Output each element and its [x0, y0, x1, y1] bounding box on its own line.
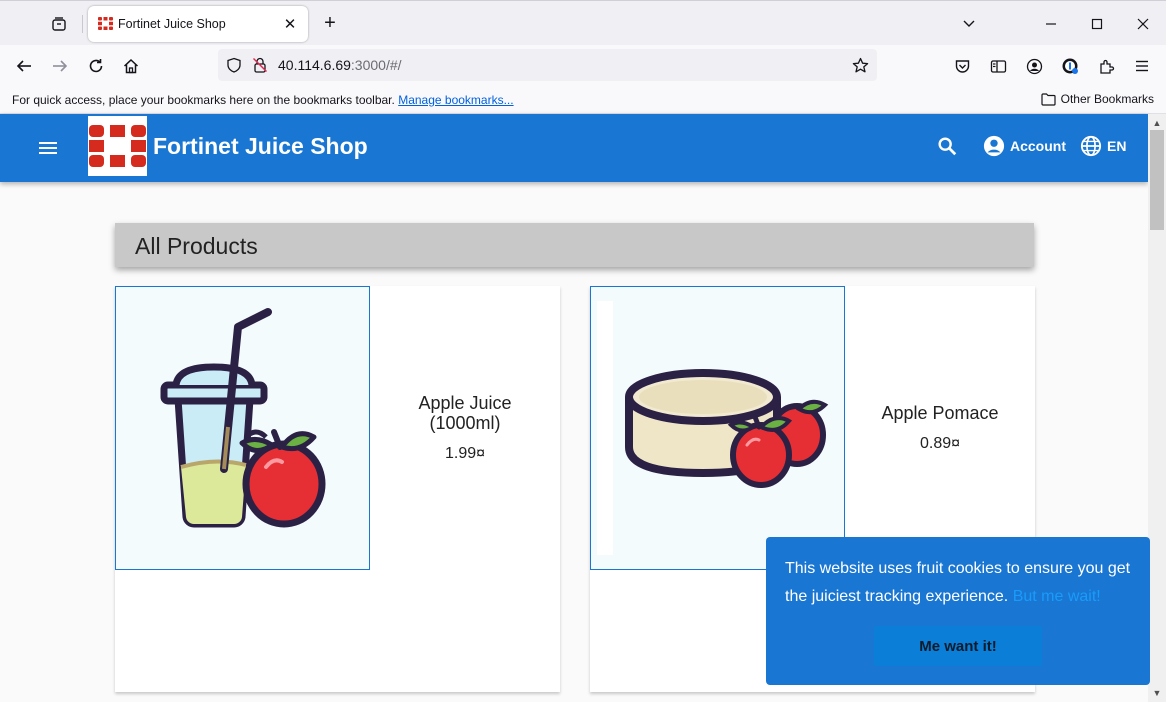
- bookmark-star-icon[interactable]: [852, 57, 869, 74]
- tab-separator: [82, 15, 83, 33]
- new-tab-icon[interactable]: +: [320, 13, 340, 33]
- url-bar[interactable]: 40.114.6.69:3000/#/: [218, 49, 877, 81]
- cookie-message: This website uses fruit cookies to ensur…: [785, 555, 1140, 611]
- language-label: EN: [1107, 138, 1127, 154]
- home-icon[interactable]: [120, 55, 142, 77]
- globe-icon: [1080, 135, 1102, 157]
- language-button[interactable]: EN: [1080, 134, 1126, 158]
- hamburger-menu-icon[interactable]: [1131, 55, 1153, 77]
- other-bookmarks-label: Other Bookmarks: [1060, 92, 1154, 106]
- pocket-icon[interactable]: [951, 55, 973, 77]
- product-card-apple-juice[interactable]: Apple Juice (1000ml) 1.99¤: [115, 286, 560, 692]
- cookie-learn-more-link[interactable]: But me wait!: [1013, 588, 1101, 605]
- window-close-icon[interactable]: [1132, 13, 1154, 35]
- sidebar-icon[interactable]: [987, 55, 1009, 77]
- tab-list-icon[interactable]: [48, 13, 70, 35]
- product-name: Apple Juice (1000ml): [418, 393, 512, 433]
- scroll-down-icon[interactable]: ▼: [1151, 687, 1163, 699]
- product-image[interactable]: [590, 286, 845, 570]
- back-arrow-icon[interactable]: [13, 55, 35, 77]
- other-bookmarks-button[interactable]: Other Bookmarks: [1041, 92, 1154, 106]
- maximize-icon[interactable]: [1086, 13, 1108, 35]
- apple-pomace-icon: [591, 287, 844, 569]
- all-products-header: All Products: [115, 223, 1034, 267]
- product-price: 0.89¤: [919, 435, 961, 452]
- account-circle-icon: [983, 135, 1005, 157]
- product-price: 1.99¤: [444, 445, 486, 462]
- account-button[interactable]: Account: [983, 134, 1066, 158]
- cookie-accept-button[interactable]: Me want it!: [874, 626, 1042, 666]
- scroll-thumb[interactable]: [1150, 130, 1164, 230]
- bookmarks-prompt: For quick access, place your bookmarks h…: [12, 93, 514, 107]
- url-path: :3000/#/: [350, 57, 402, 73]
- browser-tab-bar: Fortinet Juice Shop ✕ +: [0, 0, 1166, 45]
- extension-badge-icon[interactable]: [1059, 55, 1081, 77]
- browser-nav-bar: 40.114.6.69:3000/#/: [0, 45, 1166, 87]
- folder-icon: [1041, 92, 1056, 106]
- app-title[interactable]: Fortinet Juice Shop: [153, 133, 368, 160]
- fortinet-logo-icon: [88, 116, 147, 176]
- url-host: 40.114.6.69: [278, 57, 351, 73]
- product-image[interactable]: [115, 286, 370, 570]
- minimize-icon[interactable]: [1040, 13, 1062, 35]
- search-icon[interactable]: [936, 135, 958, 157]
- extensions-puzzle-icon[interactable]: [1095, 55, 1117, 77]
- forward-arrow-icon[interactable]: [49, 55, 71, 77]
- tab-close-icon[interactable]: ✕: [282, 16, 298, 33]
- scroll-up-icon[interactable]: ▲: [1151, 117, 1163, 129]
- bookmarks-prompt-text: For quick access, place your bookmarks h…: [12, 93, 395, 107]
- browser-tab-active[interactable]: Fortinet Juice Shop ✕: [88, 6, 308, 42]
- profile-icon[interactable]: [1023, 55, 1045, 77]
- chevron-down-icon[interactable]: [958, 13, 980, 35]
- url-text[interactable]: 40.114.6.69:3000/#/: [278, 57, 402, 73]
- apple-juice-cup-icon: [116, 287, 369, 569]
- page-title: All Products: [135, 233, 258, 259]
- manage-bookmarks-link[interactable]: Manage bookmarks...: [398, 93, 513, 107]
- fortinet-logo[interactable]: [88, 116, 147, 176]
- product-name: Apple Pomace: [881, 403, 999, 423]
- page-scrollbar[interactable]: ▲ ▼: [1148, 114, 1166, 702]
- reload-icon[interactable]: [85, 55, 107, 77]
- fortinet-favicon-icon: [98, 17, 113, 30]
- app-toolbar: Fortinet Juice Shop Account EN: [0, 114, 1148, 182]
- insecure-lock-icon[interactable]: [252, 57, 268, 73]
- product-info: Apple Juice (1000ml) 1.99¤: [370, 286, 560, 570]
- side-menu-icon[interactable]: [36, 136, 60, 160]
- account-label: Account: [1010, 138, 1066, 154]
- bookmarks-toolbar: For quick access, place your bookmarks h…: [0, 87, 1166, 114]
- tab-title: Fortinet Juice Shop: [118, 17, 226, 31]
- product-info: Apple Pomace 0.89¤: [845, 286, 1035, 570]
- cookie-banner: This website uses fruit cookies to ensur…: [766, 537, 1150, 685]
- shield-icon[interactable]: [226, 57, 242, 73]
